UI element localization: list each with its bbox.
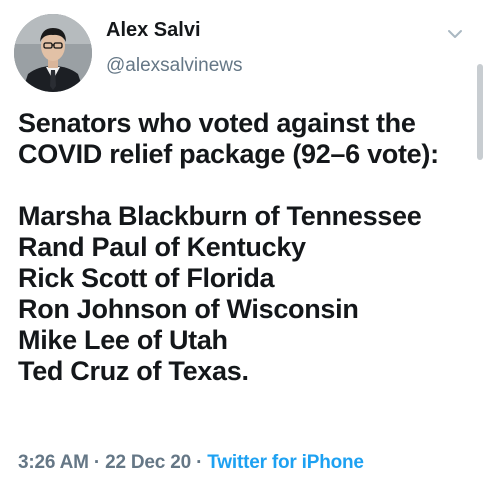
author-block: Alex Salvi @alexsalvinews [106, 18, 243, 78]
tweet-time[interactable]: 3:26 AM [18, 452, 89, 473]
avatar-image [14, 14, 92, 92]
chevron-down-icon[interactable] [445, 24, 465, 44]
senator-line: Mike Lee of Utah [18, 325, 228, 355]
separator: · [93, 452, 100, 473]
senator-line: Marsha Blackburn of Tennessee [18, 201, 422, 231]
tweet-date[interactable]: 22 Dec 20 [105, 452, 191, 473]
senator-line: Rand Paul of Kentucky [18, 232, 306, 262]
scrollbar[interactable] [477, 64, 483, 160]
user-handle[interactable]: @alexsalvinews [106, 54, 243, 78]
tweet-meta: 3:26 AM · 22 Dec 20 · Twitter for iPhone [18, 451, 364, 475]
tweet-text-line: Senators who voted against the [18, 108, 416, 138]
line-break [18, 170, 468, 201]
senator-line: Ted Cruz of Texas. [18, 356, 249, 386]
tweet-card: Alex Salvi @alexsalvinews Senators who v… [0, 0, 483, 500]
senator-line: Rick Scott of Florida [18, 263, 275, 293]
tweet-text-line: COVID relief package (92–6 vote): [18, 139, 439, 169]
separator: · [196, 452, 203, 473]
senator-line: Ron Johnson of Wisconsin [18, 294, 359, 324]
tweet-source-link[interactable]: Twitter for iPhone [207, 452, 364, 473]
tweet-header: Alex Salvi @alexsalvinews [14, 14, 465, 94]
display-name[interactable]: Alex Salvi [106, 18, 243, 42]
tweet-text: Senators who voted against the COVID rel… [18, 108, 468, 387]
avatar[interactable] [14, 14, 92, 92]
